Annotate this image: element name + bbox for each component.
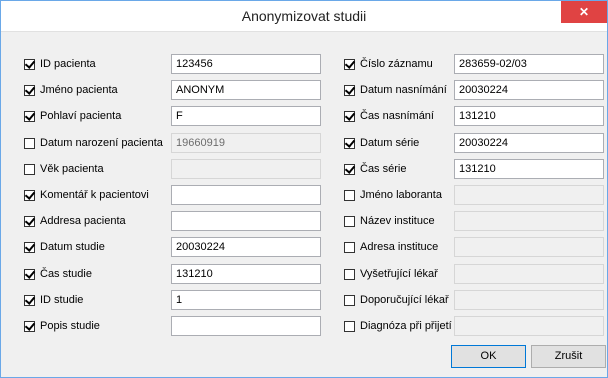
left-checkbox-label: Popis studie [40,320,100,332]
left-checkbox[interactable] [24,268,35,280]
right-value-field[interactable] [454,290,604,310]
left-value-field[interactable] [171,316,321,336]
left-option-row[interactable]: Čas studie [24,264,92,284]
left-value-field[interactable]: 1 [171,290,321,310]
right-checkbox[interactable] [344,110,355,122]
right-checkbox-label: Jméno laboranta [360,189,442,201]
left-checkbox-label: Věk pacienta [40,163,104,175]
right-value-field[interactable]: 131210 [454,106,604,126]
right-value-field[interactable]: 20030224 [454,133,604,153]
left-option-row[interactable]: Addresa pacienta [24,211,126,231]
right-checkbox-label: Vyšetřující lékař [360,268,438,280]
right-value-field[interactable]: 20030224 [454,80,604,100]
left-option-row[interactable]: Pohlaví pacienta [24,106,121,126]
left-checkbox[interactable] [24,320,35,332]
left-value-field[interactable]: F [171,106,321,126]
left-checkbox-label: Čas studie [40,268,92,280]
left-value-field[interactable]: 123456 [171,54,321,74]
left-checkbox-label: Pohlaví pacienta [40,110,122,122]
right-value-field[interactable]: 131210 [454,159,604,179]
left-checkbox-label: Komentář k pacientovi [40,189,149,201]
ok-button[interactable]: OK [451,345,526,368]
left-option-row[interactable]: ID pacienta [24,54,96,74]
right-option-row[interactable]: Datum série [344,133,419,153]
right-checkbox-label: Čas série [360,163,407,175]
left-checkbox-label: Datum narození pacienta [40,137,163,149]
right-checkbox-label: Název instituce [360,215,435,227]
left-checkbox-label: Jméno pacienta [40,84,118,96]
left-option-row[interactable]: Jméno pacienta [24,80,118,100]
right-option-row[interactable]: Doporučující lékař [344,290,449,310]
right-option-row[interactable]: Čas nasnímání [344,106,434,126]
right-checkbox[interactable] [344,163,355,175]
right-option-row[interactable]: Datum nasnímání [344,80,447,100]
left-checkbox[interactable] [24,137,35,149]
right-checkbox-label: Čas nasnímání [360,110,434,122]
close-button[interactable]: ✕ [561,1,607,23]
right-value-field[interactable] [454,211,604,231]
left-checkbox[interactable] [24,189,35,201]
right-option-row[interactable]: Čas série [344,159,406,179]
left-checkbox[interactable] [24,163,35,175]
right-checkbox-label: Datum série [360,137,420,149]
left-checkbox[interactable] [24,215,35,227]
right-value-field[interactable]: 283659-02/03 [454,54,604,74]
title-bar: Anonymizovat studii ✕ [1,1,607,32]
right-option-row[interactable]: Adresa instituce [344,237,438,257]
right-checkbox-label: Adresa instituce [360,241,439,253]
right-checkbox[interactable] [344,320,355,332]
right-checkbox[interactable] [344,58,355,70]
right-checkbox[interactable] [344,294,355,306]
right-checkbox-label: Datum nasnímání [360,84,447,96]
cancel-button[interactable]: Zrušit [531,345,606,368]
form-area: ID pacienta 123456 Jméno pacienta ANONYM Poh… [9,38,604,368]
left-value-field[interactable]: 19660919 [171,133,321,153]
left-checkbox[interactable] [24,241,35,253]
right-option-row[interactable]: Číslo záznamu [344,54,433,74]
dialog-window: Anonymizovat studii ✕ ID pacienta 123456 J… [0,0,608,378]
left-option-row[interactable]: Datum narození pacienta [24,133,163,153]
right-value-field[interactable] [454,316,604,336]
right-checkbox[interactable] [344,137,355,149]
left-option-row[interactable]: Datum studie [24,237,105,257]
left-checkbox-label: Addresa pacienta [40,215,126,227]
right-checkbox-label: Číslo záznamu [360,58,433,70]
left-checkbox[interactable] [24,294,35,306]
left-option-row[interactable]: Komentář k pacientovi [24,185,149,205]
right-value-field[interactable] [454,185,604,205]
right-checkbox[interactable] [344,268,355,280]
dialog-title: Anonymizovat studii [241,8,367,24]
right-option-row[interactable]: Název instituce [344,211,435,231]
right-checkbox-label: Diagnóza při přijetí [360,320,452,332]
left-checkbox-label: ID pacienta [40,58,96,70]
right-checkbox[interactable] [344,215,355,227]
right-value-field[interactable] [454,237,604,257]
right-option-row[interactable]: Jméno laboranta [344,185,442,205]
left-checkbox[interactable] [24,58,35,70]
right-option-row[interactable]: Diagnóza při přijetí [344,316,452,336]
right-checkbox-label: Doporučující lékař [360,294,449,306]
left-value-field[interactable]: 20030224 [171,237,321,257]
close-icon: ✕ [578,5,590,19]
left-checkbox-label: Datum studie [40,241,105,253]
right-checkbox[interactable] [344,189,355,201]
left-checkbox-label: ID studie [40,294,84,306]
right-checkbox[interactable] [344,241,355,253]
right-option-row[interactable]: Vyšetřující lékař [344,264,438,284]
left-value-field[interactable] [171,159,321,179]
left-checkbox[interactable] [24,110,35,122]
left-option-row[interactable]: ID studie [24,290,83,310]
left-value-field[interactable] [171,185,321,205]
right-checkbox[interactable] [344,84,355,96]
left-option-row[interactable]: Věk pacienta [24,159,104,179]
left-checkbox[interactable] [24,84,35,96]
left-value-field[interactable]: ANONYM [171,80,321,100]
left-value-field[interactable]: 131210 [171,264,321,284]
right-value-field[interactable] [454,264,604,284]
left-value-field[interactable] [171,211,321,231]
left-option-row[interactable]: Popis studie [24,316,100,336]
